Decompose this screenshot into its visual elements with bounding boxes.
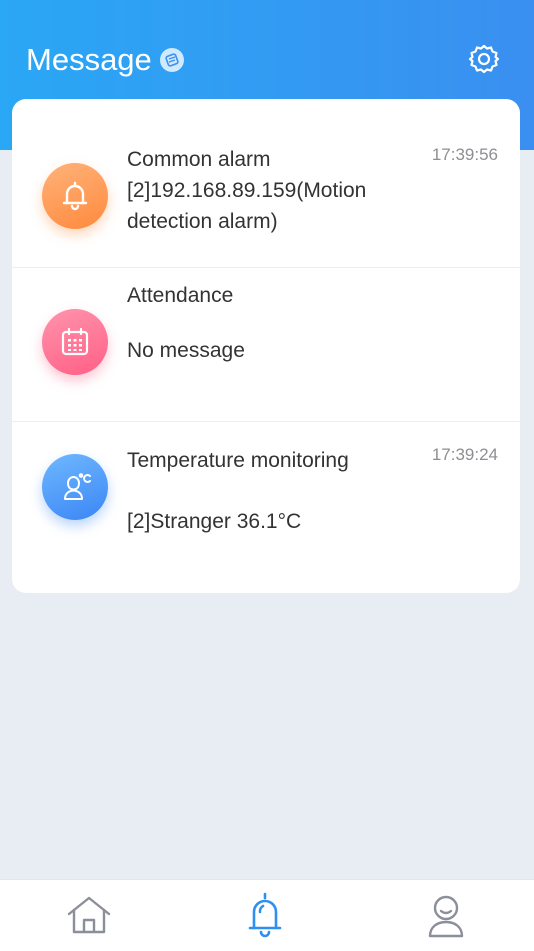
- message-time: 17:39:24: [431, 445, 498, 464]
- message-item-attendance[interactable]: Attendance No message: [12, 267, 520, 422]
- pen-badge-icon: [159, 48, 184, 72]
- message-category: Temperature monitoring: [127, 449, 349, 472]
- page-title-group: Message: [26, 42, 184, 78]
- bell-icon: [248, 892, 282, 938]
- home-icon: [67, 896, 111, 934]
- message-category: Attendance: [127, 284, 234, 307]
- tab-message[interactable]: [241, 890, 289, 940]
- calendar-icon: [61, 327, 89, 356]
- message-time: 17:39:56: [431, 145, 498, 164]
- attendance-avatar: [42, 309, 108, 375]
- message-text: No message: [127, 339, 245, 362]
- tab-bar: [0, 879, 534, 951]
- tab-home[interactable]: [65, 890, 113, 940]
- user-icon: [428, 895, 464, 938]
- message-list: Common alarm [2]192.168.89.159(Motion de…: [12, 99, 520, 593]
- bell-icon: [62, 181, 88, 211]
- message-text: [2]Stranger 36.1°C: [127, 510, 302, 533]
- temperature-monitoring-avatar: [42, 454, 108, 520]
- message-text: [2]192.168.89.159(Motion detection alarm…: [127, 179, 367, 233]
- common-alarm-avatar: [42, 163, 108, 229]
- message-item-common-alarm[interactable]: Common alarm [2]192.168.89.159(Motion de…: [12, 99, 520, 268]
- message-category: Common alarm: [127, 148, 271, 171]
- settings-button[interactable]: [467, 42, 501, 76]
- page-title: Message: [26, 42, 152, 77]
- tab-profile[interactable]: [422, 890, 470, 940]
- message-item-temperature-monitoring[interactable]: Temperature monitoring [2]Stranger 36.1°…: [12, 422, 520, 593]
- gear-icon: [468, 44, 500, 74]
- person-temperature-icon: [64, 473, 91, 500]
